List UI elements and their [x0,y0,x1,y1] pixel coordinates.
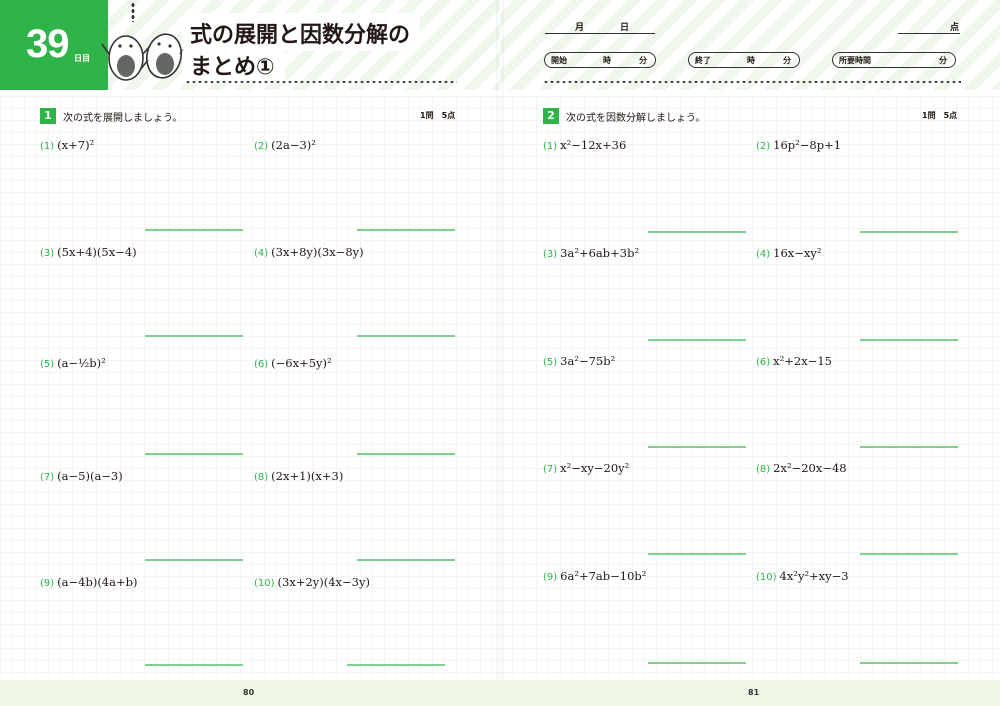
answer-line [648,553,746,555]
problem-item: (4) 16x−xy² [756,246,822,260]
problem-item: (7) (a−5)(a−3) [40,469,123,483]
right-page [500,0,1000,706]
hour-label: 時 [747,56,755,65]
problem-item: (2) 16p²−8p+1 [756,138,842,152]
start-time-field: 開始 時 分 [544,52,656,68]
page-number-right: 81 [748,688,760,697]
answer-line [648,662,746,664]
section-instruction: 次の式を因数分解しましょう。 [566,113,706,124]
problem-item: (3) (5x+4)(5x−4) [40,245,137,259]
problem-item: (9) 6a²+7ab−10b² [543,569,647,583]
dotted-divider [131,2,135,22]
answer-line [648,339,746,341]
answer-line [145,335,243,337]
page-title-line2: まとめ① [182,47,285,83]
minute-label: 分 [639,56,647,65]
problem-item: (4) (3x+8y)(3x−8y) [254,245,364,259]
answer-line [860,553,958,555]
score-field [898,33,960,34]
problem-item: (10) (3x+2y)(4x−3y) [254,575,370,589]
answer-line [145,229,243,231]
section-number: 1 [40,108,56,124]
problem-item: (1) (x+7)² [40,138,95,152]
answer-line [347,664,445,666]
dotted-separator [185,80,457,84]
answer-line [145,559,243,561]
dotted-separator [543,80,961,84]
answer-line [357,453,455,455]
answer-line [860,662,958,664]
answer-line [145,453,243,455]
answer-line [145,664,243,666]
problem-item: (3) 3a²+6ab+3b² [543,246,640,260]
elapsed-time-field: 所要時間 分 [832,52,956,68]
elapsed-label: 所要時間 [839,56,871,65]
mascot-characters-icon [101,33,189,81]
left-page [0,0,500,706]
problem-item: (6) x²+2x−15 [756,354,832,368]
graph-grid [0,96,500,678]
answer-line [860,231,958,233]
page-title-line1: 式の展開と因数分解の [182,13,421,51]
answer-line [860,339,958,341]
answer-line [860,446,958,448]
end-label: 終了 [695,56,711,65]
month-label: 月 [575,23,585,33]
day-label: 日 [620,23,630,33]
answer-line [357,229,455,231]
answer-line [357,335,455,337]
problem-item: (5) (a−½b)² [40,356,106,370]
problem-item: (5) 3a²−75b² [543,354,616,368]
day-unit: 日目 [74,54,90,63]
answer-line [357,559,455,561]
start-label: 開始 [551,56,567,65]
section-instruction: 次の式を展開しましょう。 [63,113,183,124]
header-stripes [500,0,1000,90]
book-gutter [496,0,504,706]
page-number-left: 80 [243,688,255,697]
problem-item: (2) (2a−3)² [254,138,316,152]
graph-grid [500,96,1000,678]
problem-item: (8) (2x+1)(x+3) [254,469,344,483]
answer-line [648,446,746,448]
section-points: 1問 5点 [420,111,456,120]
problem-item: (10) 4x²y²+xy−3 [756,569,849,583]
title-box: 式の展開と因数分解の まとめ① [182,13,452,83]
problem-item: (1) x²−12x+36 [543,138,627,152]
section-points: 1問 5点 [922,111,958,120]
hour-label: 時 [603,56,611,65]
problem-item: (6) (−6x+5y)² [254,356,332,370]
score-label: 点 [950,23,960,33]
answer-line [648,231,746,233]
day-number: 39 [26,22,69,66]
minute-label: 分 [783,56,791,65]
day-badge: 39 日目 [0,0,108,90]
date-field [545,33,655,34]
problem-item: (7) x²−xy−20y² [543,461,630,475]
problem-item: (8) 2x²−20x−48 [756,461,847,475]
problem-item: (9) (a−4b)(4a+b) [40,575,138,589]
section-number: 2 [543,108,559,124]
end-time-field: 終了 時 分 [688,52,800,68]
minute-label: 分 [939,56,947,65]
